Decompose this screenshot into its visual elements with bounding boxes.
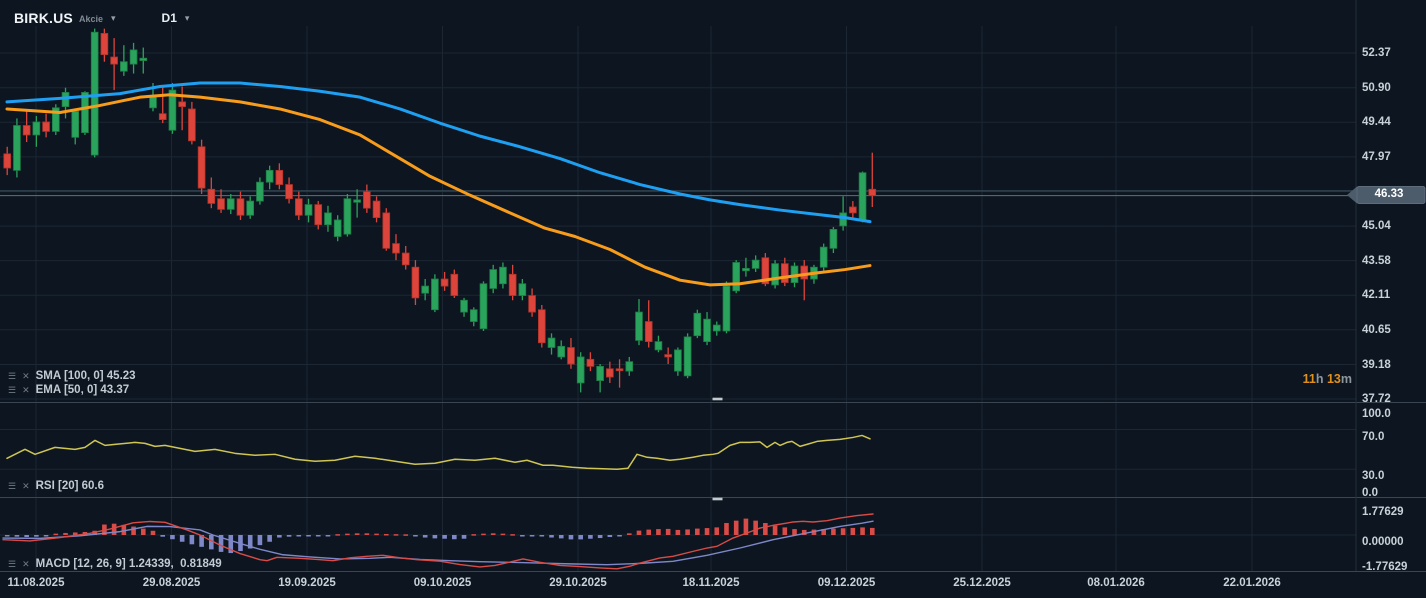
price-axis-label: 42.11: [1362, 289, 1391, 302]
chart-header: BIRK.US Akcie ▾ D1 ▾: [14, 8, 189, 28]
time-axis-label: 18.11.2025: [682, 577, 740, 589]
time-axis-label: 08.01.2026: [1087, 577, 1145, 589]
rsi-axis-label: 100.0: [1362, 408, 1391, 420]
indicator-row-macd: ☰ ✕ MACD [12, 26, 9] 1.24339, 0.81849: [8, 557, 222, 571]
chevron-down-icon[interactable]: ▾: [111, 13, 116, 24]
time-axis-label: 29.08.2025: [142, 577, 201, 589]
price-axis-label: 52.37: [1362, 47, 1391, 59]
time-axis-label: 29.10.2025: [549, 577, 607, 589]
indicator-settings-icon[interactable]: ☰: [8, 559, 16, 569]
price-axis-label: 43.58: [1362, 254, 1391, 267]
ema-indicator-label[interactable]: EMA [50, 0] 43.37: [36, 384, 130, 396]
price-axis-label: 37.72: [1362, 392, 1391, 405]
macd-axis-label: -1.77629: [1362, 561, 1408, 573]
price-axis-label: 45.04: [1362, 220, 1391, 233]
time-axis-label: 19.09.2025: [278, 577, 336, 589]
indicator-close-icon[interactable]: ✕: [22, 385, 30, 395]
indicator-row-ema: ☰ ✕ EMA [50, 0] 43.37: [8, 383, 129, 397]
price-axis-label: 40.65: [1362, 323, 1391, 336]
macd-axis-label: 1.77629: [1362, 506, 1404, 518]
timeframe-selector[interactable]: D1: [162, 11, 177, 25]
countdown-minutes-unit: m: [1340, 372, 1352, 386]
time-axis-label: 22.01.2026: [1223, 577, 1281, 589]
countdown-minutes: 13: [1326, 372, 1341, 386]
time-axis-label: 09.10.2025: [413, 577, 472, 589]
indicator-settings-icon[interactable]: ☰: [8, 371, 16, 381]
instrument-type-label: Akcie: [78, 14, 103, 24]
time-axis-label: 25.12.2025: [953, 577, 1011, 589]
indicator-close-icon[interactable]: ✕: [22, 371, 30, 381]
chart-canvas[interactable]: [0, 0, 1426, 598]
trading-chart-window: BIRK.US Akcie ▾ D1 ▾ ☰ ✕ SMA [100, 0] 45…: [0, 0, 1426, 598]
price-axis-label: 39.18: [1362, 358, 1391, 371]
candle-countdown-timer: 11h 13m: [1303, 372, 1352, 386]
price-axis-label: 49.44: [1362, 116, 1391, 129]
rsi-indicator-label[interactable]: RSI [20] 60.6: [36, 480, 104, 492]
price-axis-label: 47.97: [1362, 150, 1391, 163]
indicator-settings-icon[interactable]: ☰: [8, 481, 16, 491]
indicator-settings-icon[interactable]: ☰: [8, 385, 16, 395]
indicator-row-rsi: ☰ ✕ RSI [20] 60.6: [8, 479, 104, 493]
symbol-label[interactable]: BIRK.US: [14, 10, 73, 26]
current-price-tag: 46.33: [1347, 186, 1426, 204]
macd-axis-label: 0.00000: [1362, 536, 1404, 548]
macd-indicator-label[interactable]: MACD [12, 26, 9] 1.24339, 0.81849: [36, 558, 222, 570]
countdown-hours: 11: [1302, 372, 1316, 386]
indicator-close-icon[interactable]: ✕: [22, 481, 30, 491]
current-price-value: 46.33: [1374, 188, 1404, 200]
sma-indicator-label[interactable]: SMA [100, 0] 45.23: [36, 370, 136, 382]
indicator-row-sma: ☰ ✕ SMA [100, 0] 45.23: [8, 369, 136, 383]
price-axis-label: 50.90: [1362, 81, 1391, 94]
rsi-axis-label: 0.0: [1362, 487, 1378, 499]
rsi-axis-label: 70.0: [1362, 430, 1385, 443]
time-axis-label: 11.08.2025: [7, 577, 65, 589]
rsi-axis-label: 30.0: [1362, 470, 1385, 483]
time-axis-label: 09.12.2025: [817, 577, 876, 589]
indicator-close-icon[interactable]: ✕: [22, 559, 30, 569]
chevron-down-icon[interactable]: ▾: [185, 13, 190, 24]
